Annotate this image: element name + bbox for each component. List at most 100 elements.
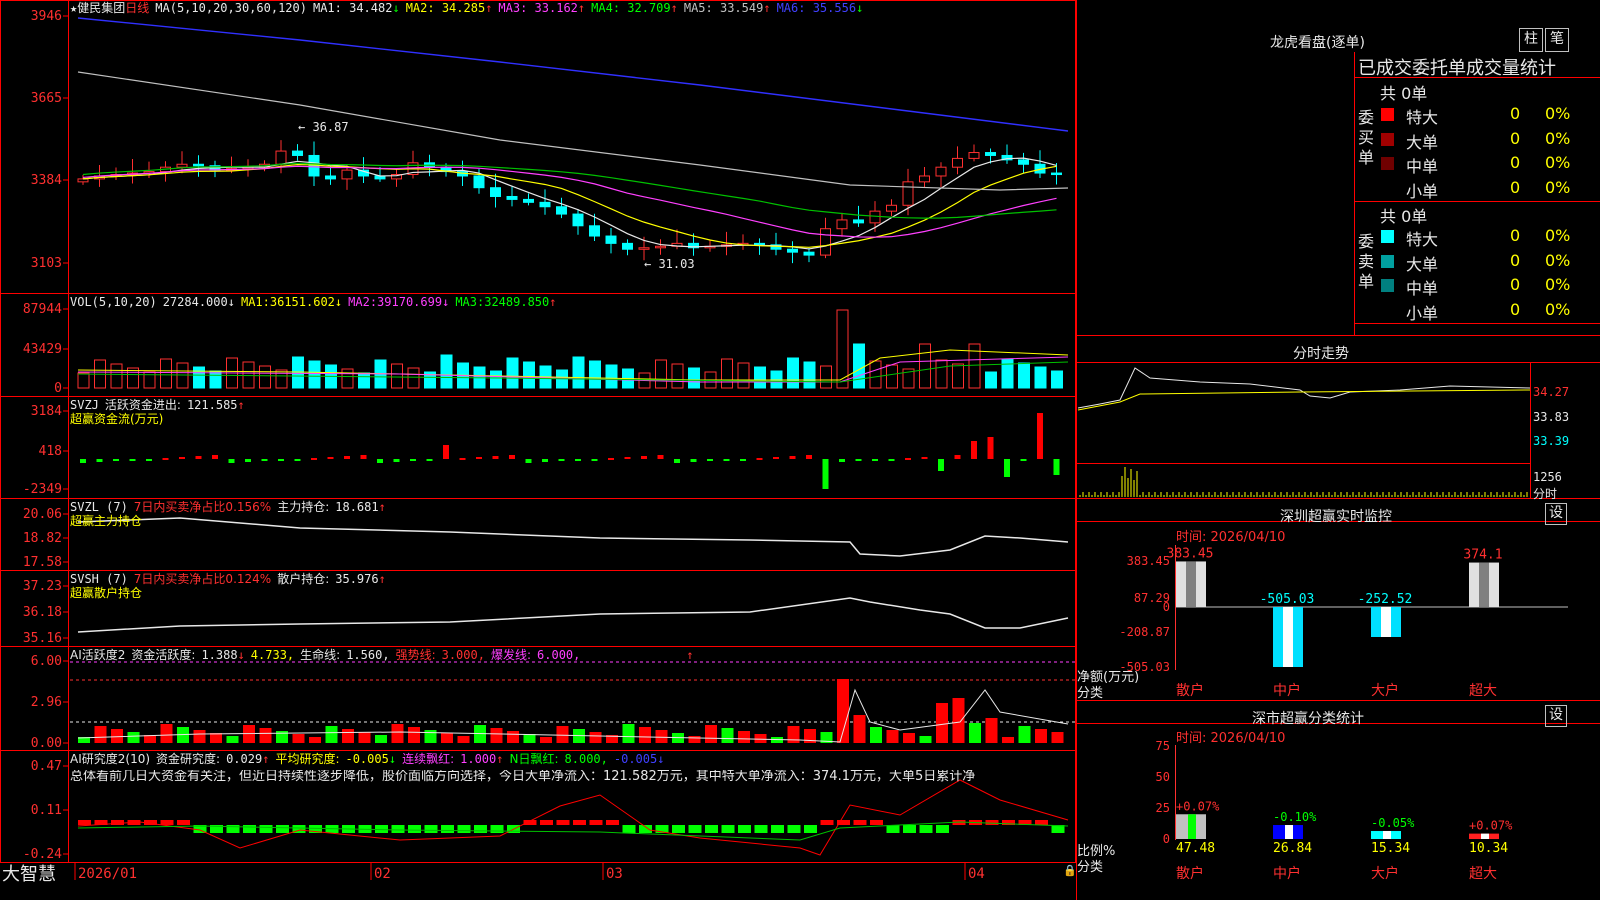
- svsh-label: SVSH (7): [70, 572, 128, 586]
- candle-body: [638, 247, 650, 250]
- research-bar: [1035, 820, 1048, 825]
- fund-flow-bar: [344, 456, 350, 459]
- y-tick-label: 18.82: [23, 531, 62, 546]
- monitor-bar-shade: [1186, 561, 1196, 607]
- dragon-header: 已成交委托单成交量统计: [1358, 58, 1556, 79]
- intraday-price-mid: 33.83: [1533, 410, 1570, 424]
- fund-flow-bar: [674, 459, 680, 463]
- research-bar: [639, 825, 652, 833]
- y-tick-label: 3946: [31, 9, 62, 24]
- ma-values: MA1: 34.482↓ MA2: 34.285↑ MA3: 33.162↑ MA4:…: [313, 1, 869, 15]
- order-percent: 0%: [1545, 128, 1571, 148]
- order-count: 0: [1510, 104, 1521, 123]
- low-price-mark: ← 31.03: [644, 257, 695, 271]
- high-price-mark: ← 36.87: [298, 120, 349, 134]
- candle-body: [1051, 172, 1062, 176]
- y-tick-label: 36.18: [23, 605, 62, 620]
- candle-body: [985, 152, 996, 156]
- tick-view-button[interactable]: 笔: [1545, 28, 1569, 52]
- research-bar: [721, 825, 735, 833]
- ma-params: MA(5,10,20,30,60,120): [155, 1, 307, 15]
- candle-body: [572, 213, 584, 227]
- bar-view-button[interactable]: 柱: [1519, 28, 1543, 52]
- fund-flow-bar: [905, 458, 911, 460]
- volume-bar: [308, 360, 321, 389]
- volume-bar: [737, 362, 750, 389]
- classify-settings-button[interactable]: 设: [1545, 705, 1567, 727]
- research-bar: [771, 825, 784, 833]
- monitor-settings-button[interactable]: 设: [1545, 503, 1567, 525]
- svsh-ratio: 7日内买卖净占比0.124%: [133, 572, 272, 586]
- research-bar: [408, 825, 421, 833]
- stock-name[interactable]: 健民集团: [77, 1, 125, 15]
- fund-flow-bar: [789, 456, 796, 459]
- ai-research-value: 0.029: [226, 752, 263, 766]
- candle-body: [589, 225, 600, 237]
- research-bar: [936, 825, 949, 833]
- research-bar: [738, 825, 751, 833]
- ai-lian-label: 连续飘红:: [402, 752, 455, 766]
- monitor-bar-shade: [1381, 607, 1391, 638]
- y-tick-label: 0: [54, 381, 62, 396]
- y-tick-label: 0.11: [31, 803, 62, 818]
- activity-bar: [490, 728, 503, 743]
- dragon-title: 龙虎看盘(逐单): [1270, 35, 1365, 51]
- fund-flow-bar: [822, 459, 829, 489]
- period-label[interactable]: 日线: [125, 1, 149, 15]
- activity-bar: [969, 723, 981, 743]
- order-count: 0: [1510, 226, 1521, 245]
- fund-flow-bar: [591, 459, 598, 461]
- intraday-price-low: 33.39: [1533, 434, 1570, 448]
- volume-bar: [985, 371, 997, 389]
- volume-bar: [523, 361, 535, 389]
- fund-flow-bar: [1053, 459, 1060, 475]
- activity-bar: [1002, 737, 1014, 743]
- candle-body: [935, 166, 947, 177]
- order-count: 0: [1510, 177, 1521, 197]
- candle-body: [952, 157, 963, 168]
- ma5-line: [77, 71, 1069, 191]
- fund-flow-bar: [96, 459, 103, 462]
- ma2-arrow: ↑: [485, 1, 493, 15]
- research-bar: [606, 820, 619, 825]
- activity-bar: [589, 732, 602, 743]
- vol-header: VOL(5,10,20) 27284.000↓ MA1:36151.602↓ MA2:…: [70, 295, 562, 309]
- activity-bar: [936, 703, 948, 743]
- classify-bar-shade: [1481, 833, 1489, 839]
- svzj-sub: 超赢资金流(万元): [70, 412, 164, 426]
- ai-active-label: AI活跃度2: [70, 648, 126, 662]
- fund-flow-bar: [723, 459, 730, 461]
- ai-active-value: 1.388: [201, 648, 238, 662]
- volume-bar: [110, 363, 123, 389]
- fund-flow-bar: [954, 455, 961, 459]
- candle-body: [622, 242, 633, 250]
- monitor-y-tick: 383.45: [1127, 554, 1170, 568]
- fund-flow-bar: [327, 457, 334, 459]
- fund-flow-bar: [707, 459, 713, 461]
- activity-bar: [1051, 732, 1064, 743]
- lock-icon[interactable]: 🔒: [1063, 864, 1077, 877]
- fund-flow-bar: [80, 459, 86, 463]
- activity-bar: [127, 732, 140, 743]
- retail-holding-line: [77, 597, 1069, 633]
- ai-n-label: N日飘红:: [509, 752, 559, 766]
- order-count: 0: [1510, 153, 1521, 172]
- activity-bar: [886, 730, 899, 743]
- vol-label: VOL(5,10,20): [70, 295, 157, 309]
- ai-burst-label: 爆发线:: [490, 648, 532, 662]
- candle-body: [292, 150, 303, 156]
- fund-flow-bar: [872, 459, 878, 461]
- fund-flow-bar: [608, 458, 614, 460]
- activity-bar: [226, 736, 239, 743]
- intraday-avg-line: [1077, 389, 1531, 411]
- svzl-ratio: 7日内买卖净占比0.156%: [133, 500, 272, 514]
- sell-total: 共 0单: [1380, 207, 1428, 226]
- monitor-bar-value: -505.03: [1260, 592, 1315, 607]
- classify-bar-shade: [1285, 825, 1293, 839]
- vol-ma3-arrow: ↑: [549, 295, 557, 309]
- activity-bar: [309, 737, 321, 743]
- order-size-label: 大单: [1406, 132, 1439, 152]
- classify-category: 散户: [1176, 865, 1204, 882]
- ma5-value: MA5: 33.549: [683, 1, 764, 15]
- order-count: 0: [1510, 299, 1521, 319]
